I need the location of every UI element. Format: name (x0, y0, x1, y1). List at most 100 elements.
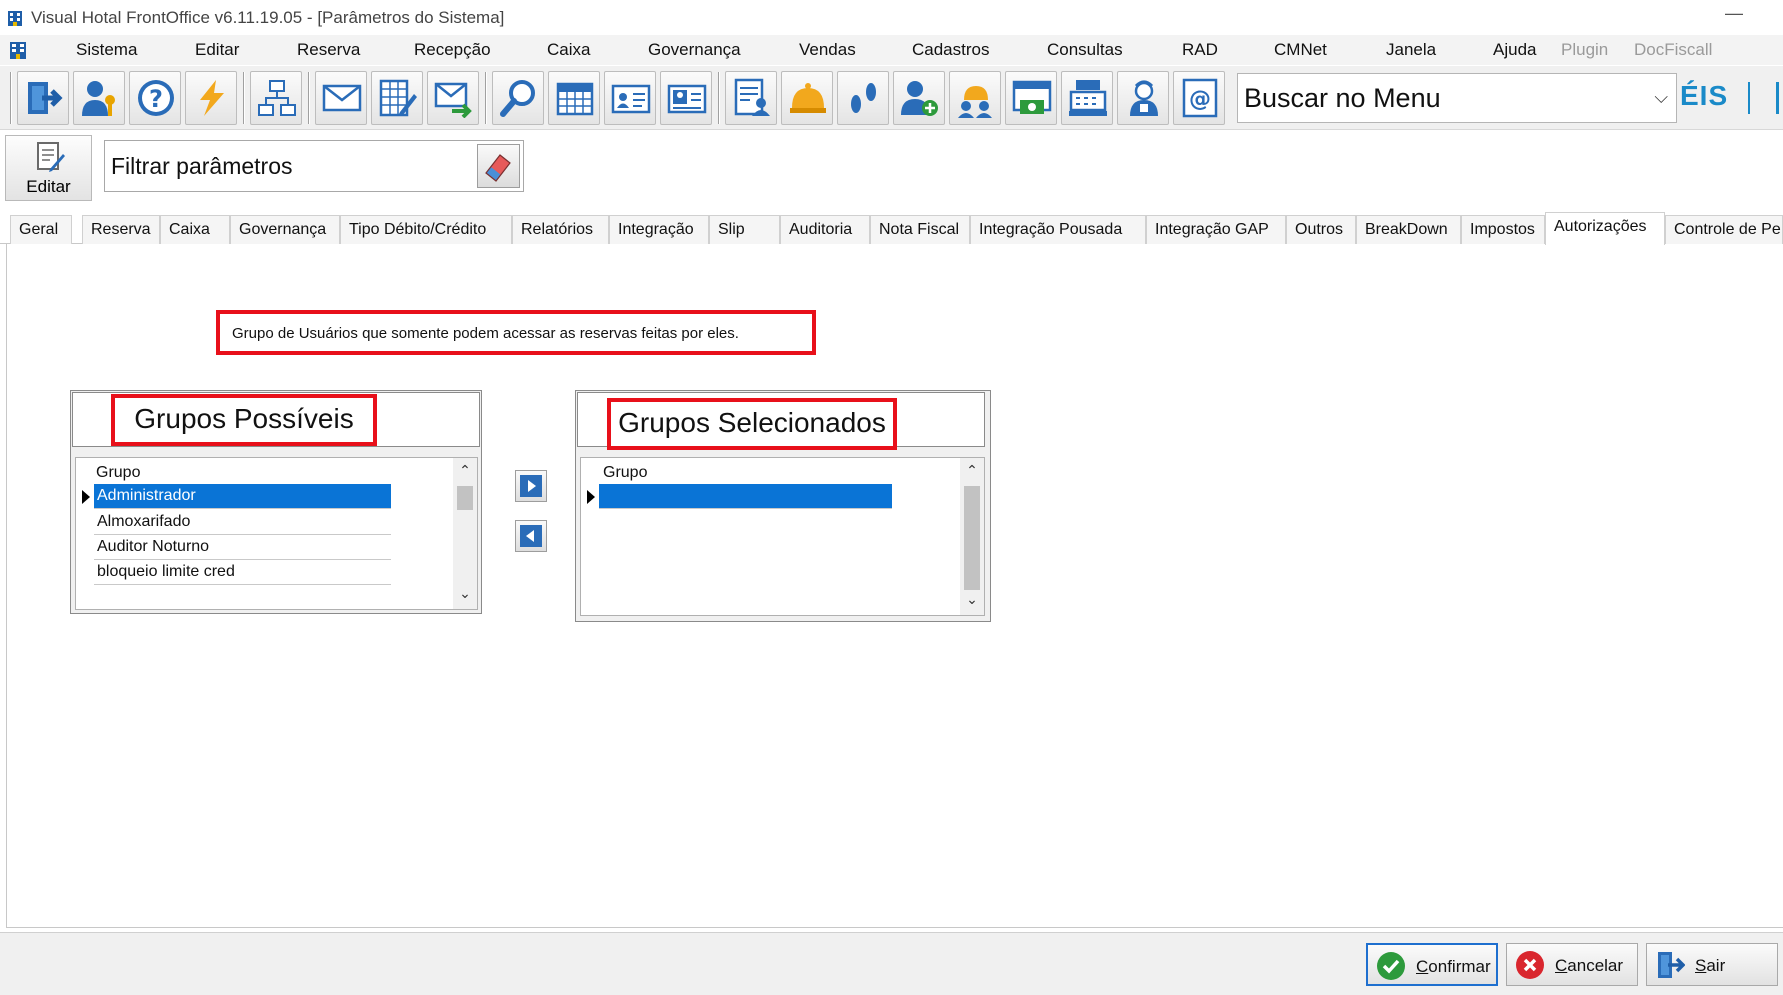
email-at-button[interactable]: @ (1173, 71, 1225, 125)
cancel-icon (1516, 951, 1544, 979)
search-button[interactable] (492, 71, 544, 125)
scroll-thumb[interactable] (964, 486, 980, 590)
eis-logo[interactable]: ÉIS (1680, 80, 1728, 112)
minimize-button[interactable]: — (1725, 3, 1743, 24)
clear-filter-button[interactable] (477, 144, 520, 188)
tab-integracao[interactable]: Integração (609, 215, 709, 244)
report-user-button[interactable] (725, 71, 777, 125)
add-user-button[interactable] (893, 71, 945, 125)
group-button[interactable] (949, 71, 1001, 125)
possible-groups-column-header[interactable]: Grupo (96, 464, 140, 482)
edit-document-icon (37, 142, 65, 172)
guest-card-icon (611, 84, 651, 114)
scroll-down-icon[interactable]: ⌄ (453, 585, 477, 602)
filter-params-field[interactable] (104, 140, 524, 192)
menu-editar[interactable]: Editar (195, 40, 239, 60)
tab-slip[interactable]: Slip (709, 215, 780, 244)
possible-groups-scrollbar[interactable]: ⌃ ⌄ (453, 458, 477, 609)
tab-tipo-debito-credito[interactable]: Tipo Débito/Crédito (340, 215, 512, 244)
menu-cadastros[interactable]: Cadastros (912, 40, 989, 60)
add-user-icon (901, 81, 938, 116)
menu-sistema[interactable]: Sistema (76, 40, 137, 60)
user-key-button[interactable] (73, 71, 125, 125)
selected-groups-grid[interactable]: Grupo ⌃ ⌄ (580, 457, 985, 616)
tab-nota-fiscal[interactable]: Nota Fiscal (870, 215, 970, 244)
tab-integracao-pousada[interactable]: Integração Pousada (970, 215, 1146, 244)
menu-consultas[interactable]: Consultas (1047, 40, 1123, 60)
menu-bar: Sistema Editar Reserva Recepção Caixa Go… (0, 35, 1783, 65)
chevron-down-icon[interactable]: ⌵ (1654, 87, 1668, 108)
tab-governanca[interactable]: Governança (230, 215, 340, 244)
filter-params-input[interactable] (111, 153, 471, 180)
selected-group-row[interactable] (599, 484, 892, 509)
bell-button[interactable] (781, 71, 833, 125)
guest-card-photo-icon (667, 84, 707, 114)
arrow-left-icon (520, 525, 542, 547)
menu-search-combo[interactable]: ⌵ (1237, 73, 1677, 123)
possible-group-row[interactable]: Almoxarifado (94, 510, 391, 535)
menu-cmnet[interactable]: CMNet (1274, 40, 1327, 60)
hotel-menu-icon[interactable] (8, 40, 28, 60)
cash-register-button[interactable] (1005, 71, 1057, 125)
edit-sheet-button[interactable] (371, 71, 423, 125)
menu-janela[interactable]: Janela (1386, 40, 1436, 60)
window-title: Visual Hotal FrontOffice v6.11.19.05 - [… (31, 8, 505, 27)
possible-group-row[interactable]: bloqueio limite cred (94, 560, 391, 585)
calendar-button[interactable] (548, 71, 600, 125)
scroll-down-icon[interactable]: ⌄ (960, 591, 984, 608)
confirm-button-label: Confirmar (1416, 957, 1491, 977)
menu-search-input[interactable] (1244, 83, 1634, 114)
guest-card-button[interactable] (604, 71, 656, 125)
maid-button[interactable] (1117, 71, 1169, 125)
footprints-icon (851, 83, 876, 113)
network-button[interactable] (250, 71, 302, 125)
tab-autorizacoes[interactable]: Autorizações (1545, 212, 1665, 245)
parameter-tabs: Geral Reserva Caixa Governança Tipo Débi… (0, 212, 1783, 245)
menu-plugin: Plugin (1561, 40, 1609, 59)
menu-caixa[interactable]: Caixa (547, 40, 590, 60)
add-group-button[interactable] (515, 470, 547, 502)
exit-footer-button[interactable]: Sair (1646, 943, 1778, 986)
possible-groups-grid[interactable]: Grupo Administrador Almoxarifado Auditor… (75, 457, 478, 610)
svg-text:?: ? (149, 85, 163, 113)
footprints-button[interactable] (837, 71, 889, 125)
tab-geral[interactable]: Geral (10, 215, 72, 244)
menu-rad[interactable]: RAD (1182, 40, 1218, 60)
help-button[interactable]: ? (129, 71, 181, 125)
menu-governanca[interactable]: Governança (648, 40, 741, 60)
menu-reserva[interactable]: Reserva (297, 40, 360, 60)
remove-group-button[interactable] (515, 520, 547, 552)
toolbar-separator (243, 72, 245, 124)
scroll-thumb[interactable] (457, 486, 473, 510)
check-icon (1377, 952, 1405, 980)
menu-recepcao[interactable]: Recepção (414, 40, 491, 60)
menu-vendas[interactable]: Vendas (799, 40, 856, 60)
tab-impostos[interactable]: Impostos (1461, 215, 1545, 244)
scroll-up-icon[interactable]: ⌃ (960, 462, 984, 479)
tab-caixa[interactable]: Caixa (160, 215, 230, 244)
mail-button[interactable] (315, 71, 367, 125)
selected-groups-scrollbar[interactable]: ⌃ ⌄ (960, 458, 984, 615)
tab-controle-de-pe[interactable]: Controle de Pe (1665, 215, 1783, 244)
tab-breakdown[interactable]: BreakDown (1356, 215, 1461, 244)
confirm-button[interactable]: Confirmar (1366, 943, 1498, 986)
exit-button[interactable] (17, 71, 69, 125)
lightning-button[interactable] (185, 71, 237, 125)
possible-group-row[interactable]: Auditor Noturno (94, 535, 391, 560)
tab-outros[interactable]: Outros (1286, 215, 1356, 244)
tab-relatorios[interactable]: Relatórios (512, 215, 609, 244)
cashier-machine-button[interactable] (1061, 71, 1113, 125)
tab-auditoria[interactable]: Auditoria (780, 215, 870, 244)
edit-sheet-icon (379, 79, 417, 117)
scroll-up-icon[interactable]: ⌃ (453, 462, 477, 479)
send-mail-button[interactable] (427, 71, 479, 125)
menu-ajuda[interactable]: Ajuda (1493, 40, 1536, 60)
tab-reserva[interactable]: Reserva (82, 215, 160, 244)
possible-group-row[interactable]: Administrador (94, 484, 391, 509)
tab-integracao-gap[interactable]: Integração GAP (1146, 215, 1286, 244)
selected-groups-title-highlight: Grupos Selecionados (607, 398, 897, 450)
selected-groups-column-header[interactable]: Grupo (603, 464, 647, 482)
guest-card-photo-button[interactable] (660, 71, 712, 125)
cancel-button[interactable]: Cancelar (1506, 943, 1638, 986)
edit-button[interactable]: Editar (5, 135, 92, 201)
